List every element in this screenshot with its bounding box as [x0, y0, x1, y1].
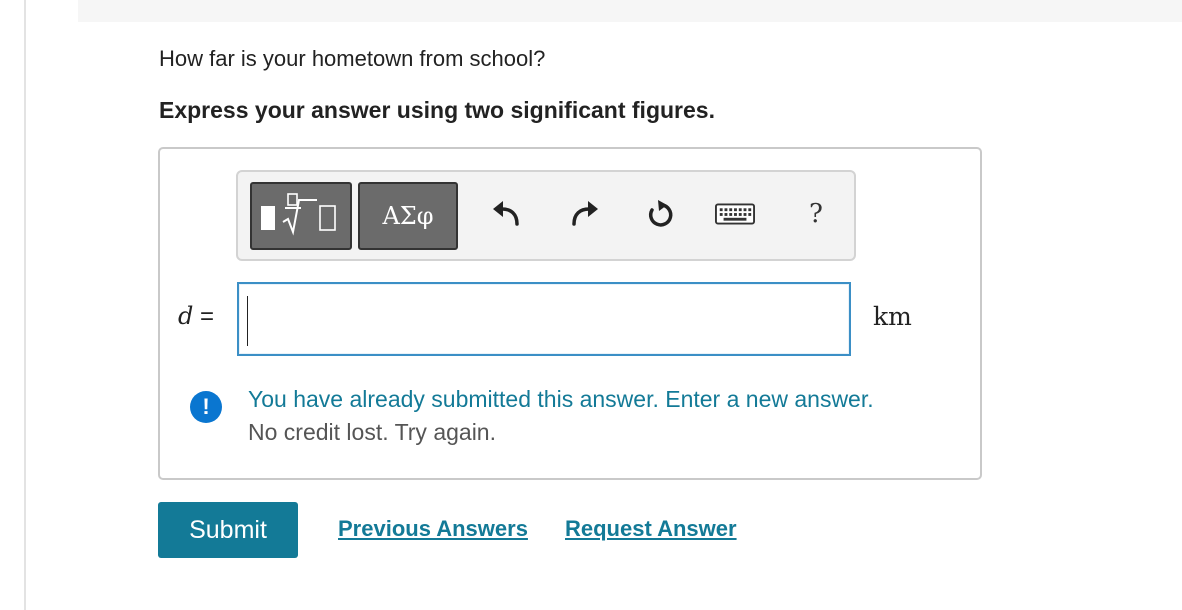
- request-answer-link[interactable]: Request Answer: [565, 516, 737, 542]
- answer-input[interactable]: [237, 282, 851, 356]
- help-button[interactable]: ?: [796, 194, 836, 234]
- previous-answers-link[interactable]: Previous Answers: [338, 516, 528, 542]
- question-instruction: Express your answer using two significan…: [159, 97, 715, 123]
- keyboard-icon[interactable]: [715, 194, 755, 234]
- variable-symbol: d: [178, 302, 194, 330]
- top-band: [78, 0, 1182, 22]
- redo-icon[interactable]: [565, 194, 605, 234]
- unit-label: km: [873, 302, 912, 331]
- exclamation-icon: !: [190, 391, 222, 423]
- feedback-detail: No credit lost. Try again.: [248, 419, 496, 445]
- submit-button[interactable]: Submit: [158, 502, 298, 558]
- feedback-message: You have already submitted this answer. …: [248, 386, 874, 412]
- question-prompt: How far is your hometown from school?: [159, 46, 546, 71]
- reset-icon[interactable]: [640, 194, 680, 234]
- symbols-button[interactable]: ΑΣφ: [358, 182, 458, 250]
- fraction-sqrt-templates-icon: [257, 192, 345, 241]
- equals-sign: =: [200, 303, 215, 330]
- templates-button[interactable]: [250, 182, 352, 250]
- text-caret: [247, 296, 248, 346]
- undo-icon[interactable]: [486, 194, 526, 234]
- math-toolbar: ΑΣφ ?: [236, 170, 856, 261]
- left-divider: [24, 0, 26, 610]
- variable-label: d =: [178, 302, 214, 331]
